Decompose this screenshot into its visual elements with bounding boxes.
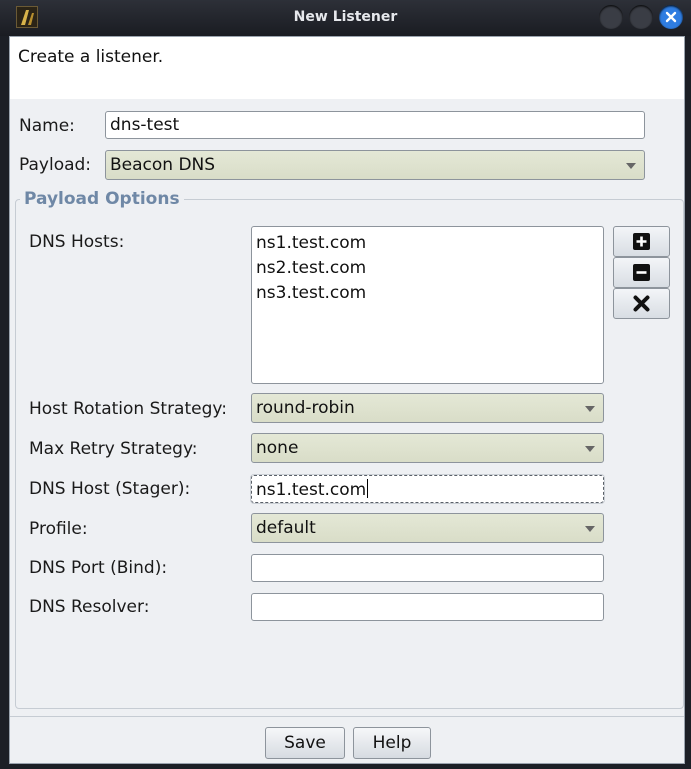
save-button[interactable]: Save [265,727,345,759]
name-input[interactable]: dns-test [105,111,645,139]
button-bar-divider [10,716,684,717]
help-button[interactable]: Help [353,727,431,759]
minus-icon [633,264,650,281]
dns-hosts-list[interactable]: ns1.test.com ns2.test.com ns3.test.com [251,226,604,384]
description-panel: Create a listener. [10,37,684,99]
dns-hosts-label: DNS Hosts: [29,232,125,252]
chevron-down-icon[interactable] [577,434,603,462]
dns-resolver-label: DNS Resolver: [29,597,150,617]
max-retry-value: none [256,438,299,458]
description-text: Create a listener. [18,47,164,67]
profile-select[interactable]: default [251,513,604,543]
list-item[interactable]: ns2.test.com [256,256,599,281]
max-retry-select[interactable]: none [251,433,604,463]
window-title: New Listener [293,9,398,25]
add-host-button[interactable] [613,226,670,257]
close-button[interactable] [659,5,683,29]
host-rotation-label: Host Rotation Strategy: [29,399,227,419]
host-rotation-select[interactable]: round-robin [251,393,604,423]
dns-host-stager-value: ns1.test.com [256,480,367,500]
profile-label: Profile: [29,519,88,539]
dns-port-bind-label: DNS Port (Bind): [29,558,168,578]
dns-host-stager-label: DNS Host (Stager): [29,479,191,499]
profile-value: default [256,518,316,538]
clear-hosts-button[interactable] [613,288,670,319]
payload-value: Beacon DNS [110,155,216,175]
payload-label: Payload: [19,155,92,175]
maximize-button[interactable] [629,5,653,29]
dns-port-bind-input[interactable] [251,554,604,582]
payload-options-title: Payload Options [20,189,184,209]
host-rotation-value: round-robin [256,398,355,418]
chevron-down-icon[interactable] [618,151,644,179]
max-retry-label: Max Retry Strategy: [29,439,198,459]
chevron-down-icon[interactable] [577,394,603,422]
text-caret [367,479,369,498]
payload-select[interactable]: Beacon DNS [105,150,645,180]
dialog-body: Create a listener. Name: dns-test Payloa… [9,36,685,764]
new-listener-dialog: New Listener Create a listener. Name: dn… [0,0,691,769]
list-item[interactable]: ns3.test.com [256,281,599,306]
dns-host-stager-input[interactable]: ns1.test.com [250,474,605,504]
close-icon [665,11,677,23]
minimize-button[interactable] [599,5,623,29]
title-bar[interactable]: New Listener [0,0,691,36]
dns-resolver-input[interactable] [251,593,604,621]
name-label: Name: [19,116,75,136]
chevron-down-icon[interactable] [577,514,603,542]
remove-host-button[interactable] [613,257,670,288]
x-icon [633,295,650,312]
plus-icon [633,233,650,250]
list-item[interactable]: ns1.test.com [256,231,599,256]
